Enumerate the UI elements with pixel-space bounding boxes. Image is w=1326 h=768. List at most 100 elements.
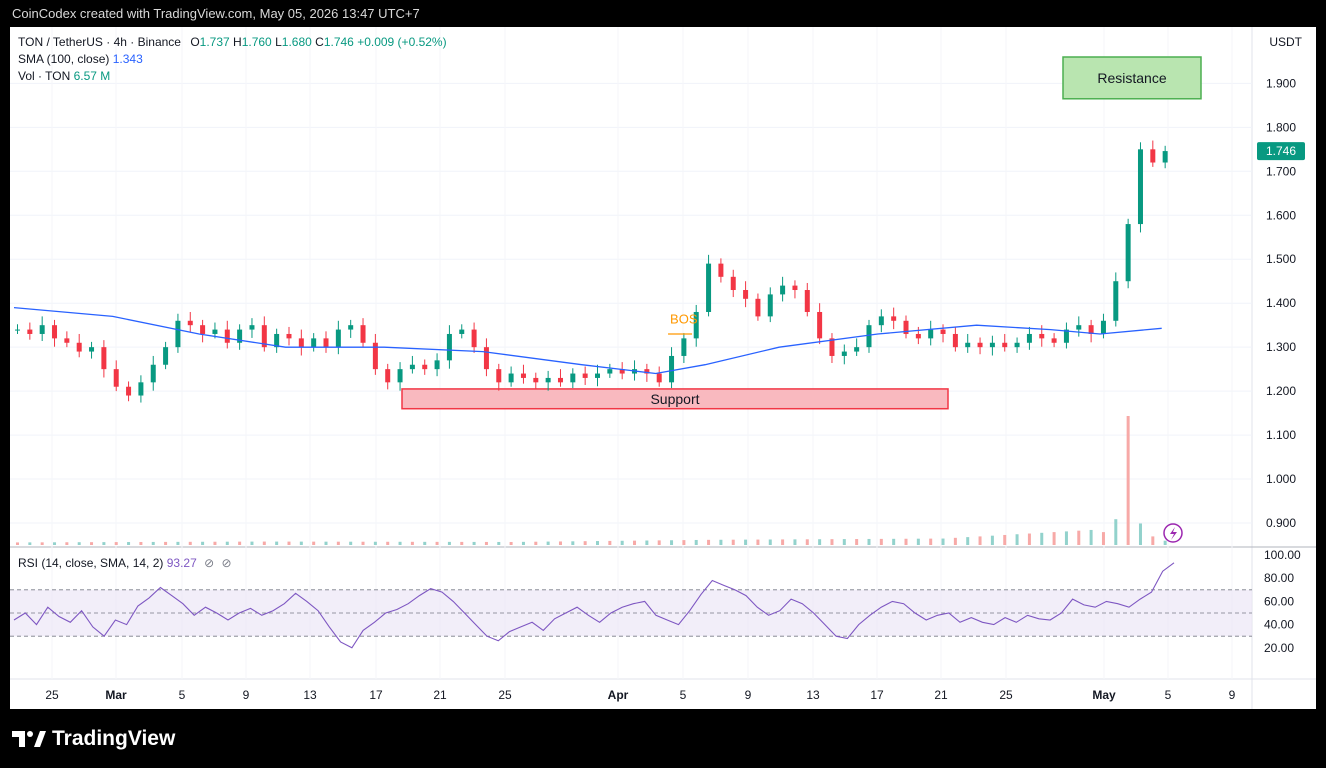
time-tick-label: 17 <box>369 688 383 702</box>
candle-body <box>743 290 749 299</box>
candle-body <box>422 364 428 370</box>
volume-bar <box>16 542 19 545</box>
candle-body <box>878 316 884 326</box>
candle-body <box>323 338 329 348</box>
time-tick-label: 13 <box>303 688 317 702</box>
candle-body <box>1076 325 1082 330</box>
candle-body <box>989 342 995 348</box>
volume-bar <box>978 536 982 545</box>
sma-value: 1.343 <box>112 52 143 66</box>
volume-bar <box>916 538 920 545</box>
candle-body <box>570 373 576 383</box>
candle-body <box>706 263 712 312</box>
volume-bar <box>892 538 896 545</box>
candle-body <box>434 360 440 370</box>
volume-bar <box>127 542 131 545</box>
time-tick-label: 5 <box>1165 688 1172 702</box>
time-tick-label: Apr <box>608 688 629 702</box>
volume-bar <box>472 541 476 545</box>
volume-bar <box>484 541 488 545</box>
volume-bar <box>250 541 254 545</box>
candle-body <box>113 369 119 387</box>
volume-bar <box>40 542 44 545</box>
sma-legend[interactable]: SMA (100, close) 1.343 <box>18 52 143 66</box>
hide-icon[interactable]: ⊘ <box>204 556 214 570</box>
volume-bar <box>398 541 402 545</box>
volume-bar <box>879 538 883 545</box>
volume-bar <box>1077 530 1081 545</box>
volume-bar <box>1015 534 1019 545</box>
volume-bar <box>793 539 797 545</box>
volume-label: Vol · TON <box>18 69 71 83</box>
candle-body <box>1100 320 1106 334</box>
volume-bar <box>262 541 266 545</box>
volume-bar <box>867 538 871 545</box>
rsi-tick-label: 20.00 <box>1264 641 1294 655</box>
candle-body <box>15 329 20 331</box>
price-tick-label: 0.900 <box>1266 516 1296 530</box>
volume-bar <box>53 542 57 545</box>
candle-body <box>780 285 786 295</box>
support-label: Support <box>650 391 699 407</box>
time-tick-label: Mar <box>105 688 127 702</box>
candle-body <box>545 377 551 383</box>
last-price-label: 1.746 <box>1266 144 1296 158</box>
volume-bar <box>521 541 525 545</box>
candle-body <box>915 333 921 339</box>
volume-bar <box>534 541 538 545</box>
volume-bar <box>386 541 390 545</box>
volume-bar <box>1040 532 1044 545</box>
candle-body <box>755 298 761 317</box>
time-tick-label: 9 <box>745 688 752 702</box>
volume-bar <box>805 539 809 545</box>
candle-body <box>977 342 983 348</box>
candle-body <box>718 263 724 277</box>
volume-bar <box>336 541 340 545</box>
low-value: 1.680 <box>281 35 312 49</box>
candle-body <box>1125 224 1131 282</box>
high-label: H <box>233 35 242 49</box>
volume-bar <box>1114 519 1118 545</box>
volume-bar <box>657 540 661 545</box>
volume-bar <box>966 537 970 545</box>
volume-bar <box>818 539 822 545</box>
candle-body <box>101 347 107 370</box>
candle-body <box>348 325 354 330</box>
volume-bar <box>1089 529 1093 545</box>
symbol-label[interactable]: TON / TetherUS · 4h · Binance <box>18 35 181 49</box>
volume-bar <box>855 539 859 545</box>
volume-bar <box>324 541 328 545</box>
candle-body <box>446 333 452 361</box>
sma-line <box>13 306 1162 375</box>
candle-body <box>557 377 563 383</box>
candle-body <box>298 338 304 348</box>
rsi-legend[interactable]: RSI (14, close, SMA, 14, 2) 93.27 ⊘ ⊘ <box>18 556 232 570</box>
chart-panel[interactable]: 1.900 1.800 1.700 1.600 1.500 1.400 1.300 1.200… <box>10 27 1316 709</box>
candle-body <box>409 364 415 370</box>
open-value: 1.737 <box>199 35 230 49</box>
candle-body <box>1039 333 1045 339</box>
candle-body <box>928 329 934 339</box>
candle-body <box>150 364 156 383</box>
volume-bar <box>583 541 587 545</box>
volume-bar <box>756 539 760 545</box>
hide-icon-2[interactable]: ⊘ <box>222 556 232 570</box>
volume-bar <box>90 542 94 545</box>
volume-legend[interactable]: Vol · TON 6.57 M <box>18 69 110 83</box>
volume-bar <box>28 542 32 545</box>
currency-label[interactable]: USDT <box>1269 35 1302 49</box>
candle-body <box>1051 338 1057 343</box>
volume-bar <box>707 539 711 545</box>
candle-body <box>1026 333 1032 343</box>
candle-body <box>607 369 613 374</box>
volume-bar <box>1151 536 1155 545</box>
price-tick-label: 1.900 <box>1266 76 1296 90</box>
volume-bar <box>497 541 501 545</box>
candle-body <box>175 320 181 348</box>
candle-body <box>496 369 502 383</box>
candle-body <box>459 329 465 334</box>
price-chart[interactable]: 1.900 1.800 1.700 1.600 1.500 1.400 1.300 1.200… <box>10 27 1316 709</box>
high-value: 1.760 <box>241 35 272 49</box>
candle-body <box>483 347 489 370</box>
chart-credit: CoinCodex created with TradingView.com, … <box>12 6 420 21</box>
